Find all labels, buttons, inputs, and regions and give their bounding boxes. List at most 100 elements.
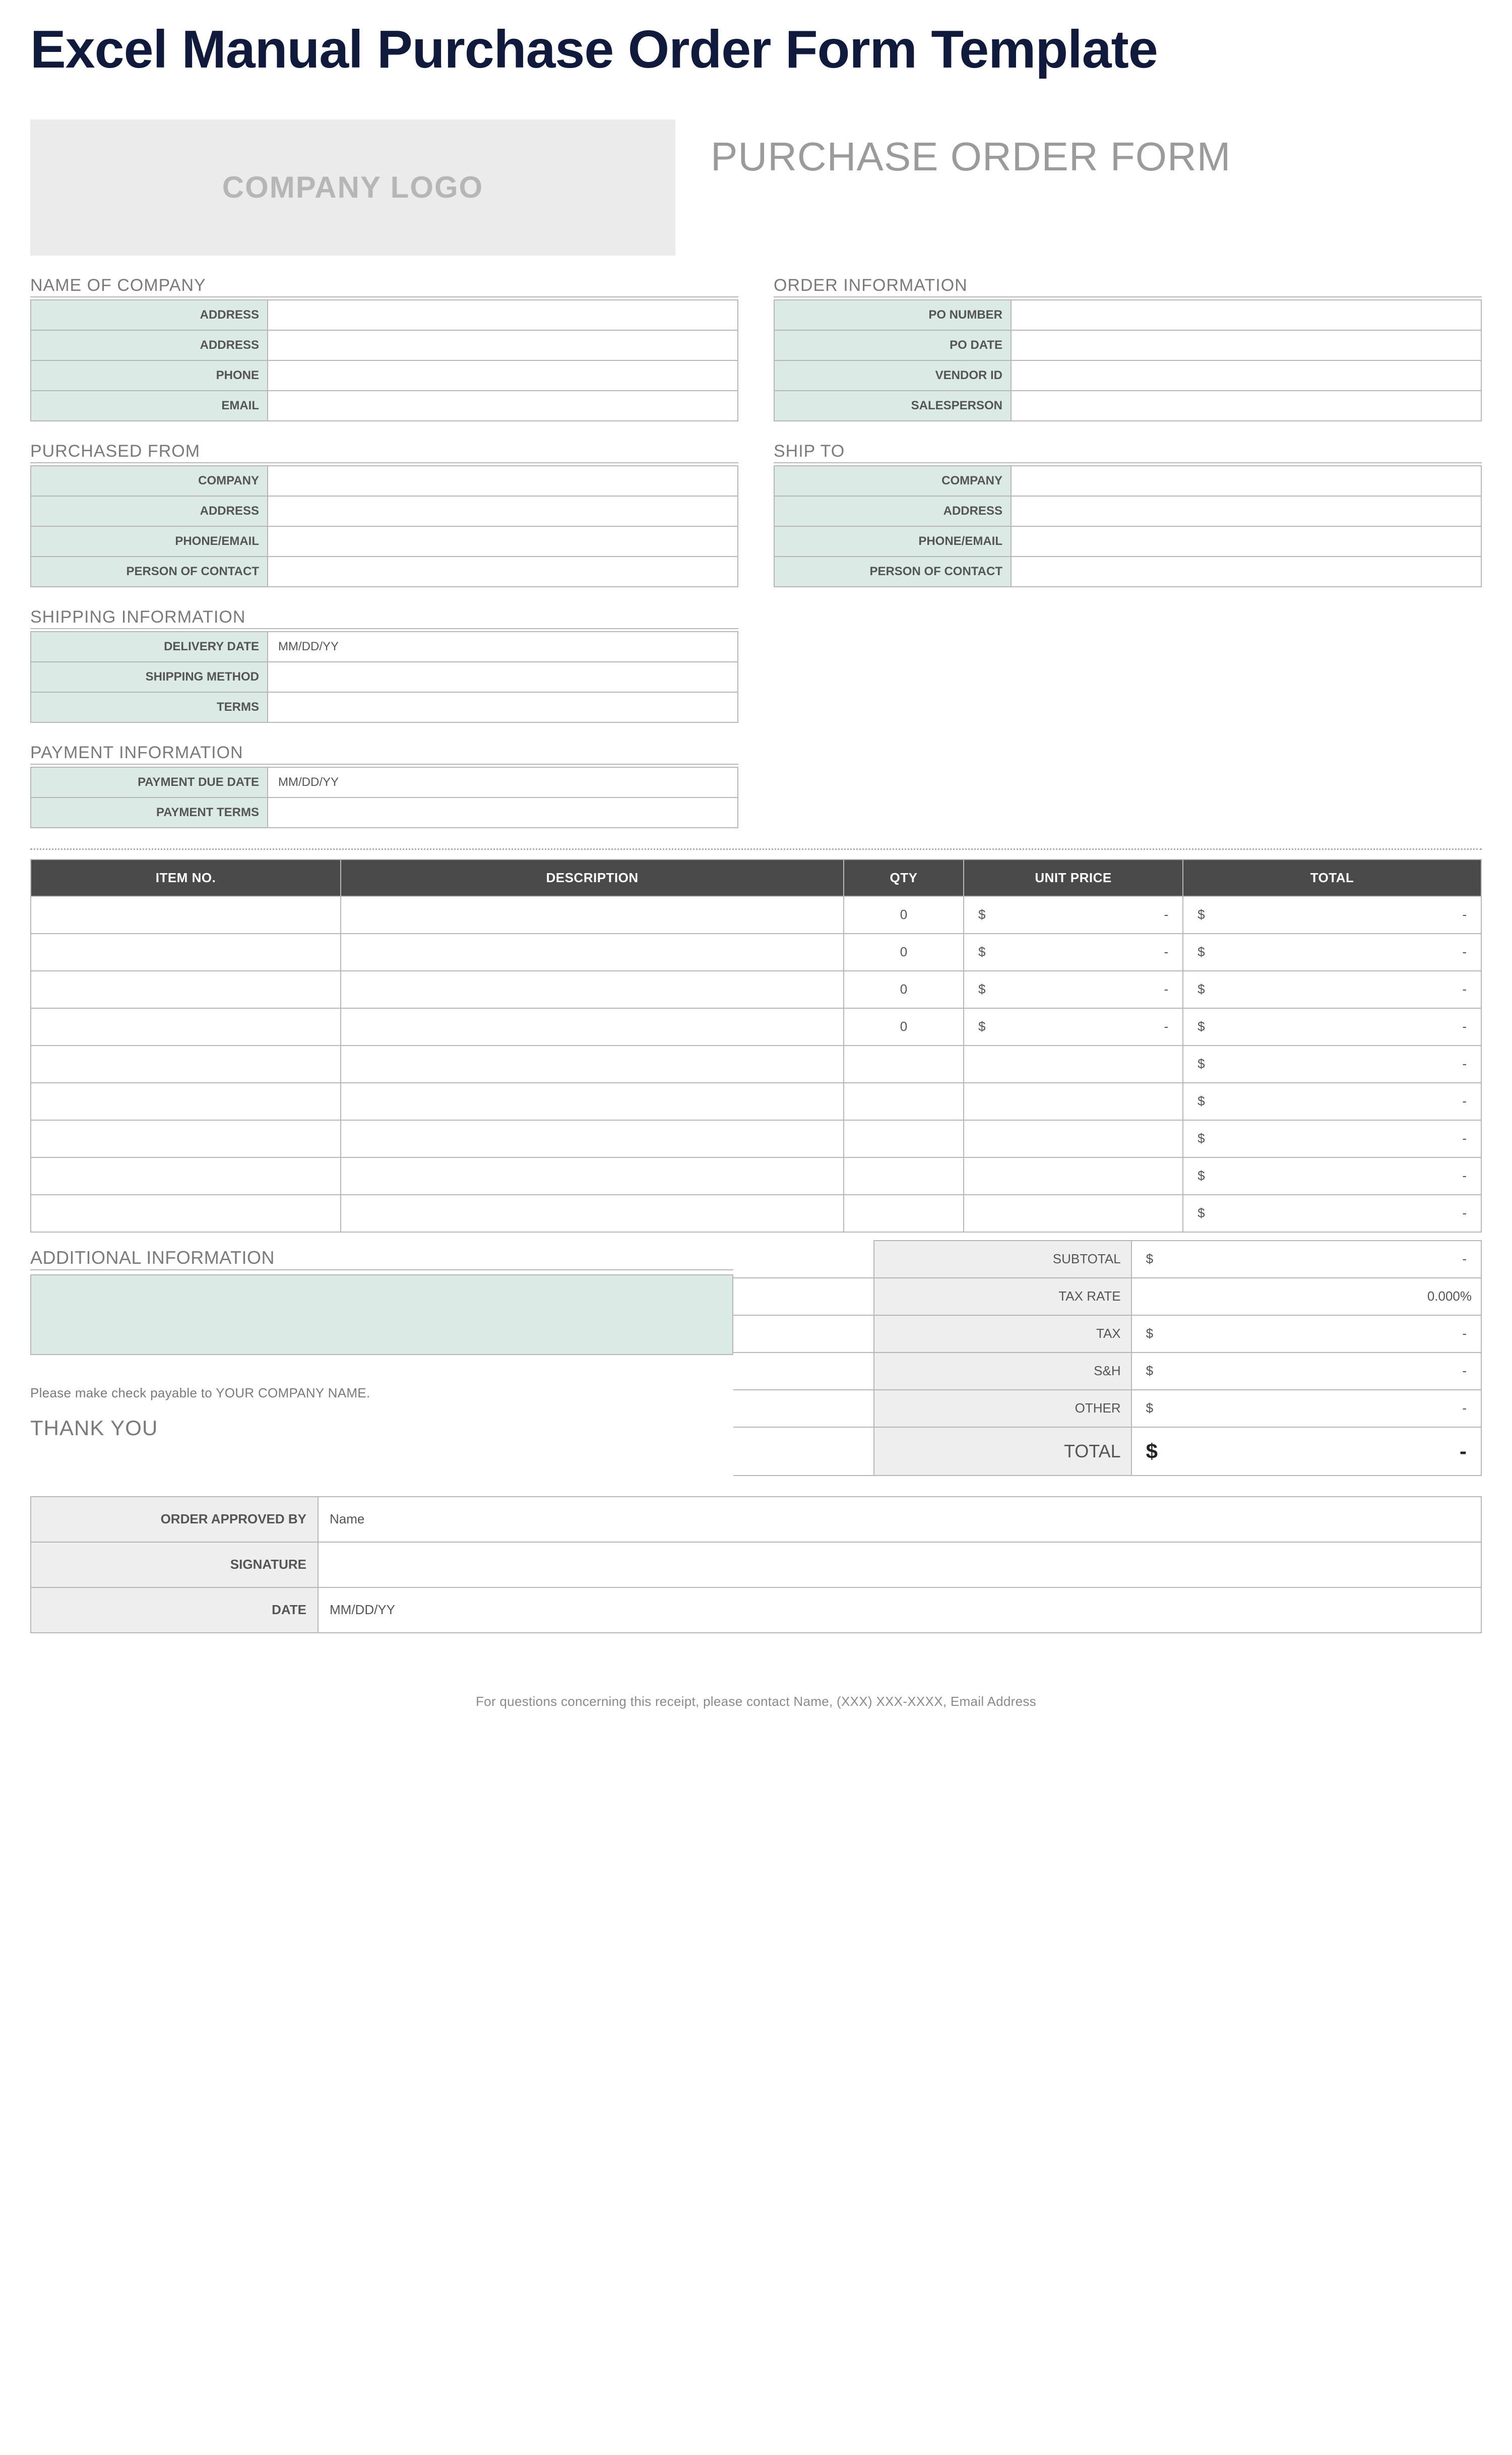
item-qty-cell[interactable]: 0 [844, 896, 964, 934]
company-phone-value[interactable] [268, 360, 738, 391]
item-no-cell[interactable] [31, 896, 341, 934]
item-total-cell: $- [1183, 1008, 1481, 1046]
item-no-cell[interactable] [31, 1157, 341, 1195]
pf-contact-value[interactable] [268, 557, 738, 587]
item-qty-cell[interactable] [844, 1046, 964, 1083]
company-logo-box: COMPANY LOGO [30, 119, 675, 256]
tax-rate-val[interactable]: 0.000% [1131, 1278, 1481, 1315]
pf-address-value[interactable] [268, 496, 738, 526]
item-total-cell: $- [1183, 1046, 1481, 1083]
tax-label: TAX [874, 1315, 1131, 1353]
item-qty-cell[interactable] [844, 1120, 964, 1157]
item-no-cell[interactable] [31, 1195, 341, 1232]
approved-by-value[interactable]: Name [318, 1497, 1481, 1542]
item-total-cell: $- [1183, 1157, 1481, 1195]
page-title: Excel Manual Purchase Order Form Templat… [30, 20, 1482, 79]
purchased-from-section-title: PURCHASED FROM [30, 442, 738, 463]
table-row: 0$-$- [31, 934, 1481, 971]
sh-sym: $ [1146, 1363, 1153, 1379]
item-no-cell[interactable] [31, 1083, 341, 1120]
item-qty-cell[interactable] [844, 1195, 964, 1232]
delivery-date-label: DELIVERY DATE [31, 632, 268, 662]
item-qty-cell[interactable] [844, 1083, 964, 1120]
items-table: ITEM NO. DESCRIPTION QTY UNIT PRICE TOTA… [30, 859, 1482, 1233]
item-unit-cell[interactable] [964, 1195, 1183, 1232]
item-unit-cell[interactable] [964, 1046, 1183, 1083]
item-qty-cell[interactable] [844, 1157, 964, 1195]
item-unit-cell[interactable]: $- [964, 896, 1183, 934]
company-email-value[interactable] [268, 391, 738, 421]
item-no-cell[interactable] [31, 934, 341, 971]
signature-value[interactable] [318, 1542, 1481, 1587]
sh-val: - [1462, 1363, 1467, 1379]
item-total-cell: $- [1183, 896, 1481, 934]
tax-rate-label: TAX RATE [874, 1278, 1131, 1315]
company-address-2-value[interactable] [268, 330, 738, 360]
pf-phone-email-value[interactable] [268, 526, 738, 557]
item-desc-cell[interactable] [341, 934, 844, 971]
st-address-value[interactable] [1011, 496, 1481, 526]
item-total-cell: $- [1183, 971, 1481, 1008]
item-desc-cell[interactable] [341, 1046, 844, 1083]
item-desc-cell[interactable] [341, 896, 844, 934]
table-row: $- [31, 1046, 1481, 1083]
payment-terms-label: PAYMENT TERMS [31, 797, 268, 828]
payment-terms-value[interactable] [268, 797, 738, 828]
payment-due-date-value[interactable]: MM/DD/YY [268, 767, 738, 797]
purchase-order-form-title: PURCHASE ORDER FORM [711, 119, 1482, 256]
item-desc-cell[interactable] [341, 1008, 844, 1046]
po-number-value[interactable] [1011, 300, 1481, 330]
item-unit-cell[interactable]: $- [964, 934, 1183, 971]
item-no-cell[interactable] [31, 971, 341, 1008]
po-date-value[interactable] [1011, 330, 1481, 360]
st-phone-email-label: PHONE/EMAIL [774, 526, 1011, 557]
approval-date-label: DATE [31, 1587, 318, 1633]
subtotal-sym: $ [1146, 1251, 1153, 1267]
item-qty-cell[interactable]: 0 [844, 971, 964, 1008]
table-row: 0$-$- [31, 971, 1481, 1008]
totals-table: SUBTOTAL $- TAX RATE 0.000% TAX $- S&H $… [733, 1240, 1482, 1476]
items-header-unit-price: UNIT PRICE [964, 860, 1183, 896]
table-row: $- [31, 1083, 1481, 1120]
items-header-description: DESCRIPTION [341, 860, 844, 896]
item-desc-cell[interactable] [341, 1083, 844, 1120]
item-qty-cell[interactable]: 0 [844, 1008, 964, 1046]
approval-date-value[interactable]: MM/DD/YY [318, 1587, 1481, 1633]
pf-company-value[interactable] [268, 466, 738, 496]
shipping-method-value[interactable] [268, 662, 738, 692]
ship-to-table: COMPANY ADDRESS PHONE/EMAIL PERSON OF CO… [774, 465, 1482, 587]
thank-you: THANK YOU [30, 1416, 733, 1440]
grand-total-sym: $ [1146, 1439, 1158, 1463]
tax-sym: $ [1146, 1326, 1153, 1341]
item-qty-cell[interactable]: 0 [844, 934, 964, 971]
delivery-date-value[interactable]: MM/DD/YY [268, 632, 738, 662]
pf-company-label: COMPANY [31, 466, 268, 496]
terms-value[interactable] [268, 692, 738, 722]
item-unit-cell[interactable] [964, 1157, 1183, 1195]
st-phone-email-value[interactable] [1011, 526, 1481, 557]
additional-info-box[interactable] [30, 1274, 733, 1355]
item-unit-cell[interactable]: $- [964, 1008, 1183, 1046]
item-no-cell[interactable] [31, 1046, 341, 1083]
item-no-cell[interactable] [31, 1008, 341, 1046]
item-no-cell[interactable] [31, 1120, 341, 1157]
payment-due-date-label: PAYMENT DUE DATE [31, 767, 268, 797]
st-company-value[interactable] [1011, 466, 1481, 496]
company-address-1-value[interactable] [268, 300, 738, 330]
st-address-label: ADDRESS [774, 496, 1011, 526]
approval-table: ORDER APPROVED BYName SIGNATURE DATEMM/D… [30, 1496, 1482, 1633]
item-unit-cell[interactable] [964, 1120, 1183, 1157]
item-desc-cell[interactable] [341, 1157, 844, 1195]
item-total-cell: $- [1183, 1083, 1481, 1120]
item-unit-cell[interactable]: $- [964, 971, 1183, 1008]
st-company-label: COMPANY [774, 466, 1011, 496]
grand-total-label: TOTAL [874, 1427, 1131, 1476]
item-desc-cell[interactable] [341, 1120, 844, 1157]
item-desc-cell[interactable] [341, 971, 844, 1008]
salesperson-value[interactable] [1011, 391, 1481, 421]
item-unit-cell[interactable] [964, 1083, 1183, 1120]
vendor-id-value[interactable] [1011, 360, 1481, 391]
st-contact-value[interactable] [1011, 557, 1481, 587]
table-row: 0$-$- [31, 896, 1481, 934]
item-desc-cell[interactable] [341, 1195, 844, 1232]
